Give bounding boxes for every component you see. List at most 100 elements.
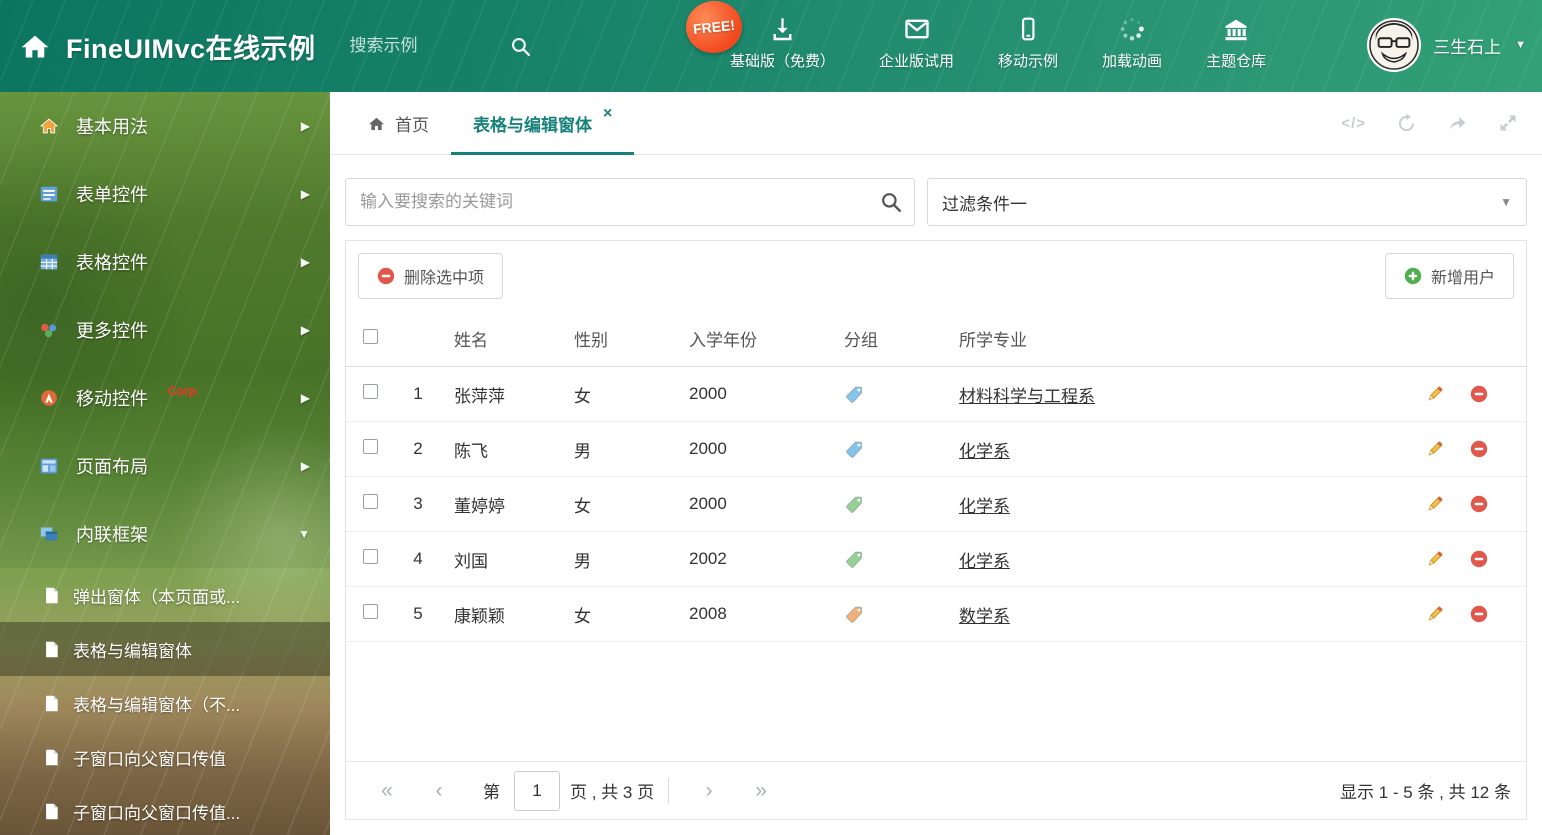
tab-home[interactable]: 首页: [345, 92, 451, 154]
cell-name: 康颖颖: [454, 606, 505, 626]
cell-year: 2002: [689, 549, 727, 568]
major-link[interactable]: 化学系: [959, 442, 1010, 461]
sidebar-subitem-grid-edit-window-alt[interactable]: 表格与编辑窗体（不...: [0, 676, 330, 730]
sidebar-subitem-child-to-parent-2[interactable]: 子窗口向父窗口传值...: [0, 784, 330, 835]
row-checkbox[interactable]: [363, 604, 378, 619]
sidebar-item-mobile-controls[interactable]: 移动控件 Corp. ▶: [0, 364, 330, 432]
major-link[interactable]: 化学系: [959, 552, 1010, 571]
row-number: 3: [413, 494, 423, 513]
filter-dropdown[interactable]: 过滤条件一 ▼: [927, 178, 1527, 226]
nav-loading-animation[interactable]: 加载动画: [1102, 13, 1162, 71]
mail-icon: [903, 13, 931, 43]
refresh-icon[interactable]: [1396, 113, 1417, 134]
column-header-group: 分组: [844, 331, 878, 350]
download-icon: [769, 13, 796, 43]
user-name: 三生石上: [1433, 37, 1502, 57]
file-icon: [44, 749, 59, 766]
sidebar-subitem-popup-window[interactable]: 弹出窗体（本页面或...: [0, 568, 330, 622]
sidebar-item-page-layout[interactable]: 页面布局 ▶: [0, 432, 330, 500]
row-checkbox[interactable]: [363, 384, 378, 399]
record-summary: 显示 1 - 5 条 , 共 12 条: [1340, 783, 1511, 802]
keyword-search-input[interactable]: [345, 178, 915, 226]
tab-label: 表格与编辑窗体: [473, 115, 592, 135]
file-icon: [44, 641, 59, 658]
edit-icon[interactable]: [1425, 385, 1444, 404]
sidebar-item-form-controls[interactable]: 表单控件 ▶: [0, 160, 330, 228]
main-area: 首页 表格与编辑窗体 × </> 输入要搜索的关键词 过滤条件一 ▼ 删除选中项…: [330, 92, 1542, 835]
table-row: 4 刘国 男 2002 化学系: [346, 532, 1526, 587]
cell-name: 陈飞: [454, 441, 488, 461]
edit-icon[interactable]: [1425, 440, 1444, 459]
cell-year: 2000: [689, 384, 727, 403]
search-icon[interactable]: [510, 36, 531, 57]
table-icon: [38, 253, 60, 271]
table-row: 1 张萍萍 女 2000 材料科学与工程系: [346, 367, 1526, 422]
nav-enterprise-trial[interactable]: 企业版试用: [879, 13, 954, 71]
user-menu[interactable]: 三生石上 ▼: [1367, 18, 1526, 72]
delete-icon[interactable]: [1470, 550, 1488, 568]
tag-icon: [832, 551, 947, 568]
delete-selected-button[interactable]: 删除选中项: [358, 253, 504, 299]
row-number: 4: [413, 549, 423, 568]
tab-label: 首页: [395, 115, 429, 135]
major-link[interactable]: 化学系: [959, 497, 1010, 516]
mobile-controls-icon: [38, 389, 60, 407]
chevron-down-icon: ▼: [1515, 39, 1526, 51]
delete-icon[interactable]: [1470, 440, 1488, 458]
table-row: 5 康颖颖 女 2008 数学系: [346, 587, 1526, 642]
user-avatar: [1367, 18, 1422, 72]
page-number-input[interactable]: [514, 770, 560, 811]
add-user-button[interactable]: 新增用户: [1384, 253, 1514, 299]
sidebar-item-grid-controls[interactable]: 表格控件 ▶: [0, 228, 330, 296]
major-link[interactable]: 数学系: [959, 607, 1010, 626]
delete-icon[interactable]: [1470, 385, 1488, 403]
expand-icon[interactable]: [1498, 113, 1518, 133]
tab-grid-edit-window[interactable]: 表格与编辑窗体 ×: [451, 92, 635, 155]
sidebar-item-label: 移动控件: [76, 389, 148, 409]
row-checkbox[interactable]: [363, 494, 378, 509]
edit-icon[interactable]: [1425, 550, 1444, 569]
home-icon: [38, 117, 60, 135]
nav-label: 基础版（免费）: [730, 53, 836, 70]
page-content: 过滤条件一 ▼ 删除选中项 新增用户: [330, 155, 1542, 835]
edit-icon[interactable]: [1425, 605, 1444, 624]
close-icon[interactable]: ×: [603, 105, 612, 123]
share-icon[interactable]: [1447, 113, 1468, 134]
home-icon[interactable]: [18, 31, 52, 61]
nav-basic-edition[interactable]: 基础版（免费）: [730, 13, 835, 71]
select-all-checkbox[interactable]: [363, 328, 378, 344]
sidebar-subitem-grid-edit-window[interactable]: 表格与编辑窗体: [0, 622, 330, 676]
nav-mobile-demo[interactable]: 移动示例: [998, 13, 1058, 71]
delete-icon[interactable]: [1470, 495, 1488, 513]
sidebar-item-more-controls[interactable]: 更多控件 ▶: [0, 296, 330, 364]
sidebar-item-inline-frame[interactable]: 内联框架 ▼: [0, 500, 330, 568]
sidebar-item-basic-usage[interactable]: 基本用法 ▶: [0, 92, 330, 160]
prev-page-button[interactable]: ‹: [413, 779, 465, 803]
last-page-button[interactable]: »: [735, 779, 787, 803]
chevron-right-icon: ▶: [300, 255, 310, 269]
cell-year: 2008: [689, 604, 727, 623]
header-search-input[interactable]: [349, 36, 500, 56]
cell-gender: 女: [574, 496, 591, 516]
row-checkbox[interactable]: [363, 439, 378, 454]
tag-icon: [832, 496, 947, 513]
next-page-button[interactable]: ›: [683, 779, 735, 803]
search-icon[interactable]: [880, 191, 902, 218]
cell-year: 2000: [689, 494, 727, 513]
tab-tools: </>: [1341, 92, 1518, 154]
tag-icon: [832, 441, 947, 458]
sidebar-subitem-label: 子窗口向父窗口传值: [73, 749, 226, 769]
edit-icon[interactable]: [1425, 495, 1444, 514]
pager-divider: [668, 777, 670, 804]
nav-theme-store[interactable]: 主题仓库: [1206, 13, 1266, 71]
chevron-right-icon: ▶: [300, 323, 310, 337]
major-link[interactable]: 材料科学与工程系: [959, 387, 1095, 406]
table-header-row: 姓名 性别 入学年份 分组 所学专业: [346, 311, 1526, 367]
file-icon: [44, 803, 59, 820]
first-page-button[interactable]: «: [361, 779, 413, 803]
source-code-icon[interactable]: </>: [1341, 115, 1366, 132]
sidebar-menu: 基本用法 ▶ 表单控件 ▶ 表格控件 ▶ 更多控件 ▶ 移动控件 Corp. ▶…: [0, 92, 330, 835]
delete-icon[interactable]: [1470, 605, 1488, 623]
sidebar-subitem-child-to-parent[interactable]: 子窗口向父窗口传值: [0, 730, 330, 784]
row-checkbox[interactable]: [363, 549, 378, 564]
